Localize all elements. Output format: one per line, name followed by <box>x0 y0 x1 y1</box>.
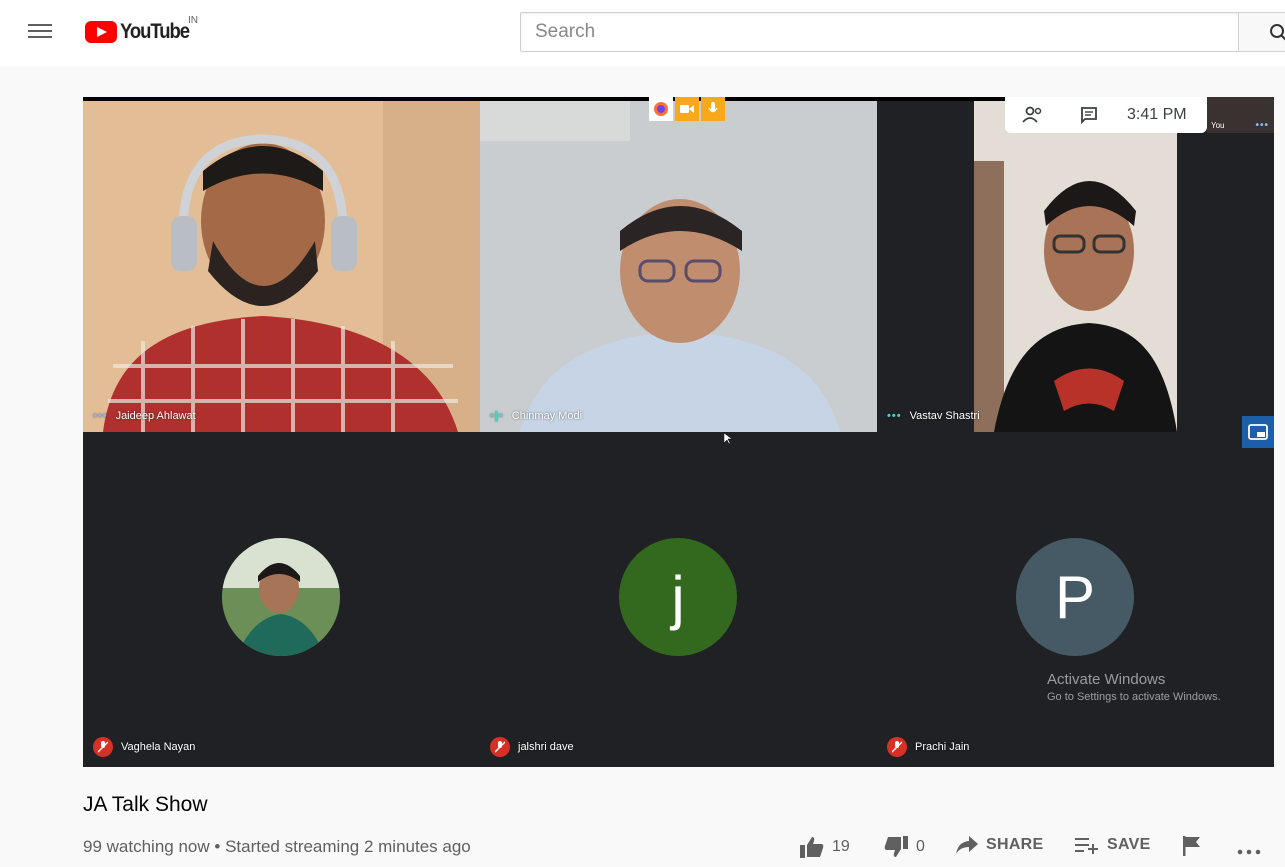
video-title: JA Talk Show <box>83 793 208 816</box>
muted-mic-icon <box>490 737 510 757</box>
participant-name: Prachi Jain <box>915 741 970 753</box>
participant-label: jalshri dave <box>490 737 574 757</box>
share-label: SHARE <box>986 836 1044 853</box>
participant-name: Vaghela Nayan <box>121 741 196 753</box>
save-label: SAVE <box>1107 836 1151 853</box>
chat-icon[interactable] <box>1061 106 1117 124</box>
like-count: 19 <box>832 838 850 855</box>
participant-label: ••• Vastav Shastri <box>887 410 980 422</box>
hamburger-menu-icon[interactable] <box>26 20 54 44</box>
more-actions-button[interactable] <box>1237 836 1261 860</box>
participant-video <box>83 101 480 432</box>
search-icon <box>1270 24 1285 41</box>
speaking-wave-icon: •|• <box>490 410 504 422</box>
self-label: You <box>1211 121 1225 130</box>
participant-tile-jaideep: ••• Jaideep Ahlawat <box>83 101 480 432</box>
muted-mic-icon <box>887 737 907 757</box>
add-to-playlist-icon <box>1075 838 1098 854</box>
search-button[interactable] <box>1238 12 1285 52</box>
activate-windows-watermark: Activate Windows Go to Settings to activ… <box>1047 671 1221 703</box>
participant-label: ••• Jaideep Ahlawat <box>93 410 196 422</box>
like-button[interactable]: 19 <box>800 836 850 858</box>
youtube-logo[interactable]: YouTube IN <box>85 15 198 46</box>
microphone-icon <box>701 97 725 121</box>
region-code: IN <box>188 15 198 26</box>
speaking-dots-icon: ••• <box>93 410 108 422</box>
firefox-icon <box>649 97 673 121</box>
search-input[interactable] <box>521 13 1238 51</box>
masthead: YouTube IN <box>0 0 1285 66</box>
camera-icon <box>675 97 699 121</box>
more-options-icon[interactable]: ••• <box>1255 120 1269 131</box>
save-button[interactable]: SAVE <box>1075 836 1151 854</box>
participant-tile-vastav: ••• Vastav Shastri <box>877 101 1274 432</box>
participant-video <box>974 101 1177 432</box>
dislike-button[interactable]: 0 <box>884 836 925 858</box>
participant-name: Vastav Shastri <box>909 410 980 422</box>
more-horiz-icon <box>1237 849 1261 855</box>
logo-text: YouTube <box>120 20 190 43</box>
self-view-thumbnail[interactable]: You ••• <box>1207 97 1274 133</box>
participant-name: Chinmay Modi <box>511 410 583 422</box>
participant-label: •|• Chinmay Modi <box>490 410 582 422</box>
meeting-clock: 3:41 PM <box>1127 106 1187 123</box>
participant-video <box>480 101 877 432</box>
avatar: P <box>1016 538 1134 656</box>
participant-label: Prachi Jain <box>887 737 969 757</box>
participant-name: jalshri dave <box>518 741 574 753</box>
speaking-dots-icon: ••• <box>887 410 902 422</box>
participant-label: Vaghela Nayan <box>93 737 195 757</box>
thumbs-up-icon <box>800 837 824 858</box>
share-button[interactable]: SHARE <box>956 836 1044 854</box>
search-box <box>520 12 1239 52</box>
participant-tile-jalshri: j jalshri dave <box>480 432 877 767</box>
avatar-letter: j <box>671 563 685 631</box>
participant-name: Jaideep Ahlawat <box>115 410 196 422</box>
sharing-indicator <box>649 97 725 121</box>
thumbs-down-icon <box>884 836 908 857</box>
share-icon <box>956 836 978 854</box>
avatar: j <box>619 538 737 656</box>
avatar <box>222 538 340 656</box>
participant-tile-chinmay: •|• Chinmay Modi <box>480 101 877 432</box>
watermark-subtitle: Go to Settings to activate Windows. <box>1047 691 1221 703</box>
people-icon[interactable] <box>1005 106 1061 124</box>
avatar-letter: P <box>1054 563 1096 631</box>
video-player[interactable]: ••• Jaideep Ahlawat •|• Chinmay Modi •••… <box>83 97 1274 767</box>
flag-icon <box>1183 836 1200 856</box>
dislike-count: 0 <box>916 838 925 855</box>
participant-tile-prachi: P Prachi Jain <box>877 432 1274 767</box>
mouse-cursor-icon <box>724 433 732 445</box>
video-actions: 19 0 SHARE SAVE <box>0 836 1285 864</box>
muted-mic-icon <box>93 737 113 757</box>
watermark-title: Activate Windows <box>1047 671 1166 688</box>
meet-toolbar: 3:41 PM <box>1005 97 1207 133</box>
report-button[interactable] <box>1183 836 1201 856</box>
participant-tile-vaghela: Vaghela Nayan <box>83 432 480 767</box>
youtube-play-icon <box>85 21 117 43</box>
